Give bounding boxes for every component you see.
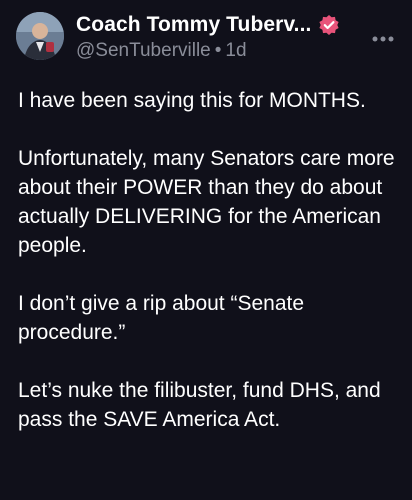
post-card: Coach Tommy Tuberv... @SenTuberville • 1d … — [0, 0, 412, 500]
post-paragraph: Let’s nuke the filibuster, fund DHS, and… — [18, 379, 381, 431]
post-paragraph: Unfortunately, many Senators care more a… — [18, 147, 395, 257]
separator-dot: • — [214, 40, 222, 61]
post-paragraph: I have been saying this for MONTHS. — [18, 89, 366, 112]
post-paragraph: I don’t give a rip about “Senate procedu… — [18, 292, 305, 344]
timestamp[interactable]: 1d — [225, 40, 246, 61]
post-body: I have been saying this for MONTHS. Unfo… — [18, 86, 402, 463]
more-options-icon[interactable] — [372, 30, 394, 42]
name-row: Coach Tommy Tuberv... — [76, 12, 396, 38]
avatar[interactable] — [16, 12, 64, 60]
handle[interactable]: @SenTuberville — [76, 40, 211, 61]
handle-row: @SenTuberville • 1d — [76, 40, 396, 62]
verified-badge-icon — [318, 14, 340, 36]
avatar-image — [16, 12, 64, 60]
display-name[interactable]: Coach Tommy Tuberv... — [76, 13, 311, 37]
post-header: Coach Tommy Tuberv... @SenTuberville • 1d — [76, 12, 396, 62]
